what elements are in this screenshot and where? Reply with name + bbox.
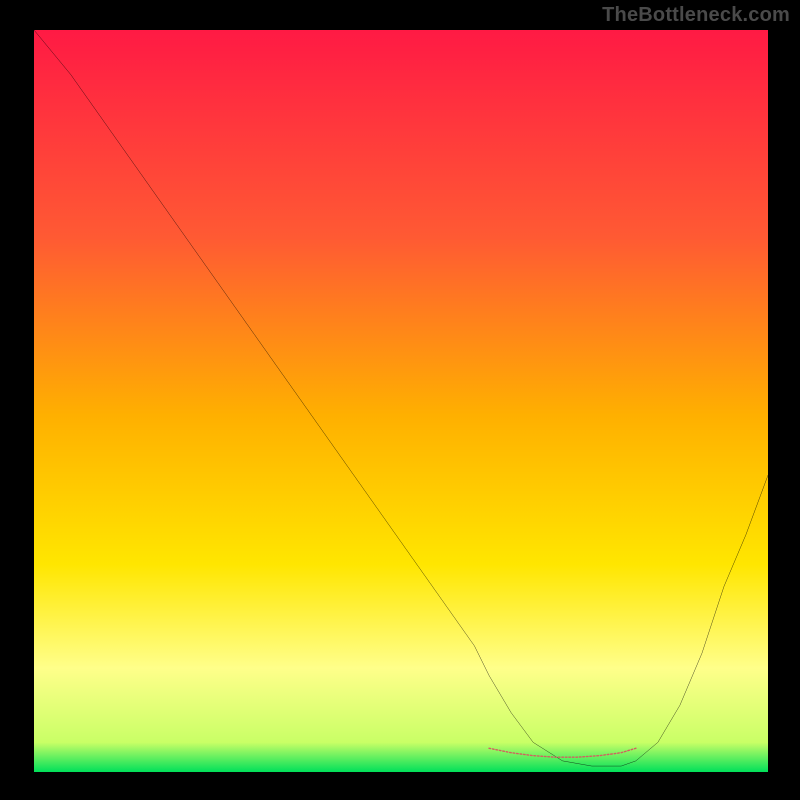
plot-area xyxy=(34,30,768,772)
chart-frame: TheBottleneck.com xyxy=(0,0,800,800)
watermark-text: TheBottleneck.com xyxy=(602,4,790,27)
gradient-background xyxy=(34,30,768,772)
bottleneck-chart-svg xyxy=(34,30,768,772)
